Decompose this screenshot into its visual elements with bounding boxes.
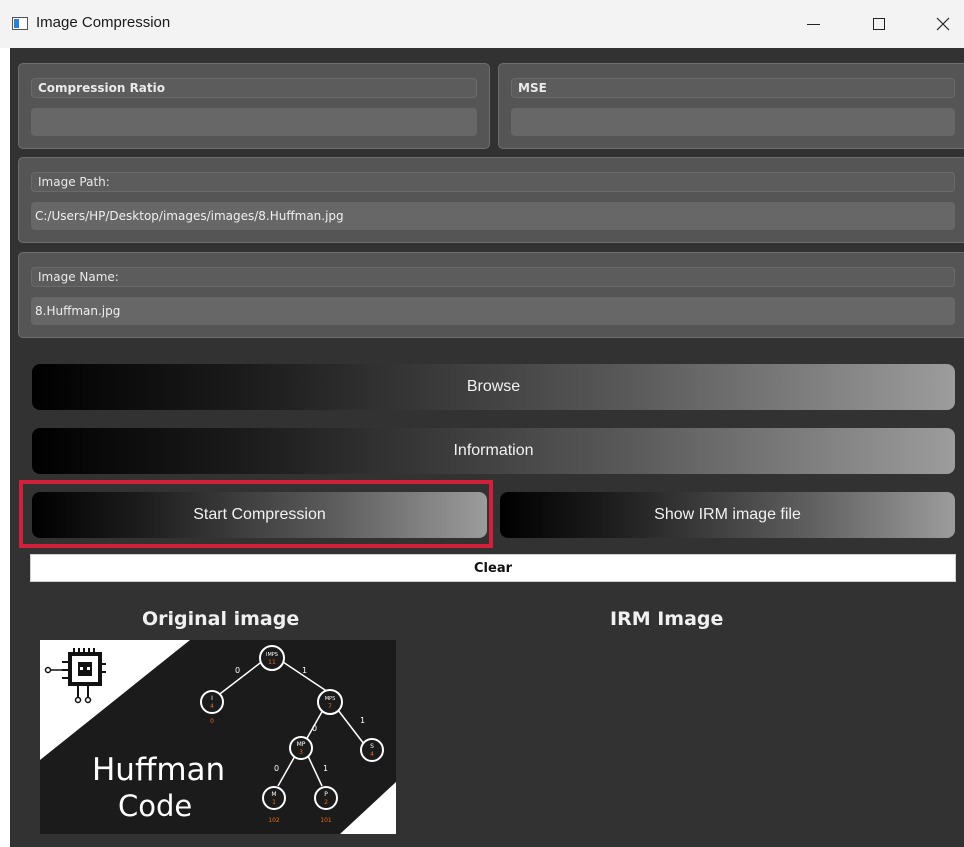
node-top: P — [324, 791, 328, 798]
mse-group: MSE — [498, 63, 964, 149]
main-panel: Compression Ratio MSE Image Path: C:/Use… — [10, 48, 964, 847]
image-path-group: Image Path: C:/Users/HP/Desktop/images/i… — [18, 157, 964, 243]
tree-node: P 2 — [314, 786, 338, 810]
node-top: S — [370, 743, 374, 750]
image-name-value: 8.Huffman.jpg — [31, 297, 955, 325]
window-title: Image Compression — [36, 14, 171, 31]
image-path-value: C:/Users/HP/Desktop/images/images/8.Huff… — [31, 202, 955, 230]
information-button[interactable]: Information — [32, 428, 955, 474]
irm-image-heading: IRM Image — [610, 608, 724, 630]
node-bottom: 7 — [328, 703, 332, 710]
edge-label: 1 — [323, 764, 328, 773]
tree-node: MP 3 — [289, 736, 313, 760]
mse-value — [511, 108, 955, 136]
maximize-button[interactable] — [856, 0, 902, 48]
show-irm-button[interactable]: Show IRM image file — [500, 492, 955, 538]
node-bottom: 1 — [272, 799, 276, 806]
clear-button[interactable]: Clear — [30, 554, 956, 582]
code-label: 0 — [210, 718, 214, 725]
app-icon — [12, 17, 28, 30]
edge-label: 1 — [360, 716, 365, 725]
original-image-heading: Original image — [142, 608, 300, 630]
node-top: MP — [297, 741, 306, 748]
minimize-icon — [806, 23, 820, 25]
tree-node: M 1 — [262, 786, 286, 810]
edge-label: 0 — [274, 764, 279, 773]
edge-label: 0 — [312, 724, 317, 733]
image-name-group: Image Name: 8.Huffman.jpg — [18, 252, 964, 338]
node-bottom: 3 — [299, 749, 303, 756]
image-title-line1: Huffman — [92, 752, 225, 788]
node-bottom: 4 — [210, 703, 214, 710]
maximize-icon — [873, 18, 885, 30]
edge-label: 0 — [235, 666, 240, 675]
compression-ratio-group: Compression Ratio — [18, 63, 490, 149]
original-image-preview: 0 1 0 1 0 1 IMPS 11 I 4 MPS 7 MP 3 S 4 M… — [40, 640, 396, 834]
code-label: 102 — [268, 817, 280, 824]
node-top: I — [211, 695, 213, 702]
compression-ratio-label: Compression Ratio — [31, 78, 477, 98]
tree-node: S 4 — [360, 738, 384, 762]
huffman-image: 0 1 0 1 0 1 IMPS 11 I 4 MPS 7 MP 3 S 4 M… — [40, 640, 396, 834]
tree-node: MPS 7 — [317, 689, 343, 715]
image-title-line2: Code — [118, 789, 192, 823]
node-bottom: 2 — [324, 799, 328, 806]
tree-node: I 4 — [200, 690, 224, 714]
mse-label: MSE — [511, 78, 955, 98]
node-bottom: 4 — [370, 751, 374, 758]
close-button[interactable] — [920, 0, 964, 48]
node-top: M — [271, 791, 276, 798]
edge-label: 1 — [302, 666, 307, 675]
node-bottom: 11 — [268, 659, 276, 666]
node-top: IMPS — [266, 652, 278, 658]
minimize-button[interactable] — [790, 0, 836, 48]
image-path-label: Image Path: — [31, 172, 955, 192]
browse-button[interactable]: Browse — [32, 364, 955, 410]
title-bar: Image Compression — [0, 0, 964, 48]
compression-ratio-value — [31, 108, 477, 136]
start-compression-button[interactable]: Start Compression — [32, 492, 487, 538]
image-name-label: Image Name: — [31, 267, 955, 287]
code-label: 101 — [320, 817, 332, 824]
close-icon — [936, 17, 950, 31]
node-top: MPS — [325, 696, 336, 702]
tree-node: IMPS 11 — [259, 645, 285, 671]
